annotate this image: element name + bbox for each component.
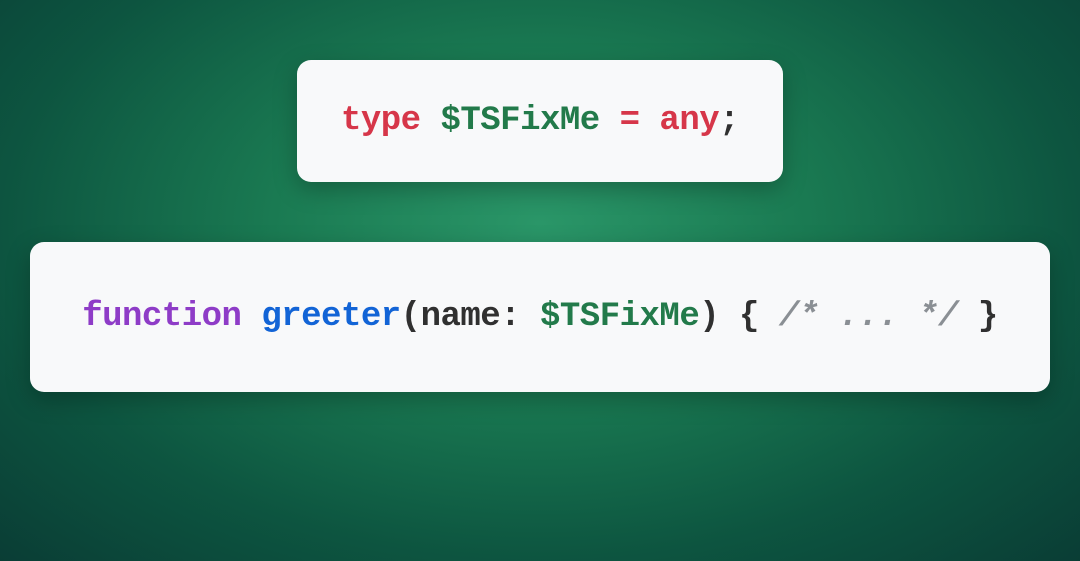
open-paren: ( <box>401 298 421 336</box>
keyword-function: function <box>82 298 241 336</box>
type-identifier: $TSFixMe <box>440 102 599 140</box>
keyword-any: any <box>659 102 719 140</box>
function-name: greeter <box>261 298 400 336</box>
colon: : <box>500 298 520 336</box>
param-type: $TSFixMe <box>540 298 699 336</box>
equals-operator: = <box>620 102 640 140</box>
comment-block: /* ... */ <box>779 298 958 336</box>
semicolon: ; <box>719 102 739 140</box>
code-snippet-function: function greeter(name: $TSFixMe) { /* ..… <box>30 242 1050 392</box>
close-brace: } <box>978 298 998 336</box>
open-brace: { <box>739 298 759 336</box>
keyword-type: type <box>341 102 421 140</box>
code-snippet-type-alias: type $TSFixMe = any; <box>297 60 783 182</box>
close-paren: ) <box>699 298 719 336</box>
param-name: name <box>421 298 501 336</box>
